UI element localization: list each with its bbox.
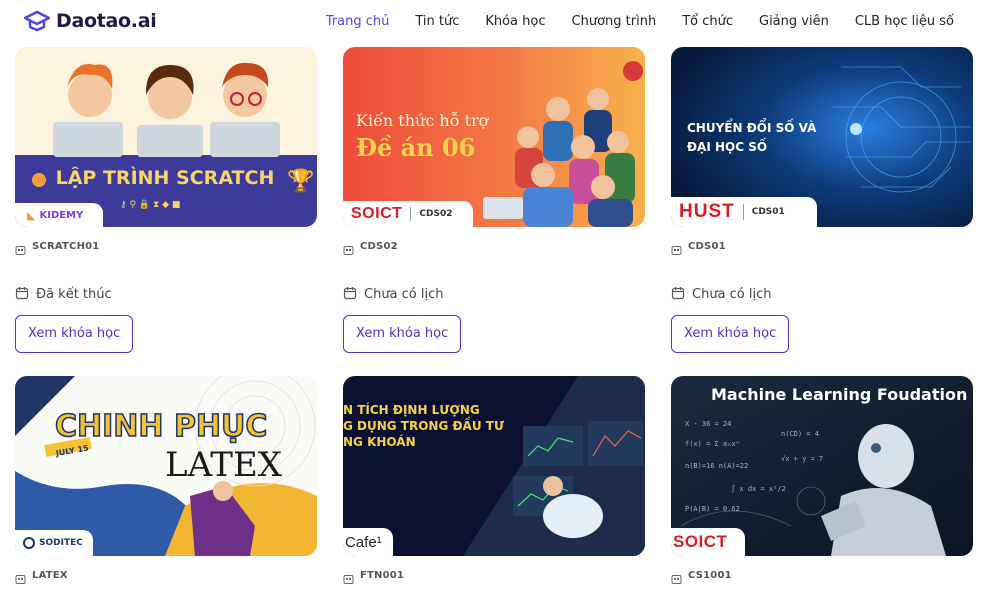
course-card: LẬP TRÌNH SCRATCH 🏆 ⚷ ⚲ 🔒 ⧗ ◆ ■ ◣ KIDEMY… <box>15 47 317 353</box>
course-thumbnail[interactable]: Kiến thức hỗ trợ Đề án 06 SOICT CDS02 <box>343 47 645 227</box>
course-code-icon <box>15 570 26 584</box>
svg-text:🏆: 🏆 <box>287 168 314 194</box>
svg-text:P(A|B) = 0.62: P(A|B) = 0.62 <box>685 505 740 513</box>
course-status: Chưa có lịch <box>364 287 444 302</box>
course-code: FTN001 <box>360 569 405 581</box>
svg-text:X - 36 = 24: X - 36 = 24 <box>685 420 731 428</box>
course-code: SCRATCH01 <box>32 240 100 252</box>
partner-badge: SOICT <box>671 528 745 556</box>
course-code-icon <box>671 570 682 584</box>
partner-badge: HUST CDS01 <box>671 197 817 227</box>
thumbnail-title: Machine Learning Foudation <box>711 385 967 404</box>
partner-badge: SODITEC <box>15 530 93 556</box>
course-thumbnail[interactable]: CHINH PHỤC LATEX JULY 15 SODITEC <box>15 376 317 556</box>
brand-name: Daotao.ai <box>56 10 157 32</box>
partner-badge: SOICT CDS02 <box>343 201 473 227</box>
view-course-button[interactable]: Xem khóa học <box>671 315 790 353</box>
nav-programs[interactable]: Chương trình <box>572 14 657 29</box>
thumbnail-line-1: N TÍCH ĐỊNH LƯỢNG <box>343 402 480 417</box>
calendar-icon <box>671 285 685 304</box>
thumbnail-line-2: ĐẠI HỌC SỐ <box>687 137 767 154</box>
course-code: CDS02 <box>360 240 398 252</box>
nav-instructors[interactable]: Giảng viên <box>759 14 829 29</box>
course-card: CHINH PHỤC LATEX JULY 15 SODITEC LATEX <box>15 376 317 584</box>
course-thumbnail[interactable]: LẬP TRÌNH SCRATCH 🏆 ⚷ ⚲ 🔒 ⧗ ◆ ■ ◣ KIDEMY <box>15 47 317 227</box>
course-status: Đã kết thúc <box>36 287 112 302</box>
site-header: Daotao.ai Trang chủ Tin tức Khóa học Chư… <box>0 0 998 44</box>
nav-courses[interactable]: Khóa học <box>485 14 545 29</box>
globe-icon <box>23 537 35 549</box>
svg-text:n(CD) = 4: n(CD) = 4 <box>781 430 819 438</box>
svg-text:∫ x dx = x²/2: ∫ x dx = x²/2 <box>731 484 786 493</box>
thumbnail-line-1: Kiến thức hỗ trợ <box>356 111 490 130</box>
bird-icon: ◣ <box>27 208 36 222</box>
course-card: N TÍCH ĐỊNH LƯỢNG G DỤNG TRONG ĐẦU TƯ NG… <box>343 376 645 584</box>
partner-badge: Cafe¹ <box>343 528 393 556</box>
course-thumbnail[interactable]: CHUYỂN ĐỔI SỐ VÀ ĐẠI HỌC SỐ HUST CDS01 <box>671 47 973 227</box>
thumbnail-line-1: CHUYỂN ĐỔI SỐ VÀ <box>687 118 817 135</box>
thumbnail-line-2: G DỤNG TRONG ĐẦU TƯ <box>343 416 504 433</box>
nav-home[interactable]: Trang chủ <box>326 14 390 29</box>
graduation-cap-icon <box>24 9 50 33</box>
view-course-button[interactable]: Xem khóa học <box>343 315 462 353</box>
course-status: Chưa có lịch <box>692 287 772 302</box>
course-code-icon <box>671 241 682 255</box>
svg-text:f(x) = Σ aₙxⁿ: f(x) = Σ aₙxⁿ <box>685 440 740 448</box>
svg-text:n(B)=16 n(A)=22: n(B)=16 n(A)=22 <box>685 462 748 470</box>
thumbnail-line-3: NG KHOÁN <box>343 434 416 449</box>
course-code: CDS01 <box>688 240 726 252</box>
course-thumbnail[interactable]: X - 36 = 24 f(x) = Σ aₙxⁿ n(B)=16 n(A)=2… <box>671 376 973 556</box>
main-nav: Trang chủ Tin tức Khóa học Chương trình … <box>326 14 954 29</box>
course-card: X - 36 = 24 f(x) = Σ aₙxⁿ n(B)=16 n(A)=2… <box>671 376 973 584</box>
course-code-icon <box>343 570 354 584</box>
svg-text:√x + y = 7: √x + y = 7 <box>781 455 823 463</box>
course-code: CS1001 <box>688 569 732 581</box>
svg-text:⚷ ⚲ 🔒 ⧗ ◆ ■: ⚷ ⚲ 🔒 ⧗ ◆ ■ <box>120 199 180 210</box>
partner-badge: ◣ KIDEMY <box>15 203 103 227</box>
view-course-button[interactable]: Xem khóa học <box>15 315 134 353</box>
course-code-icon <box>343 241 354 255</box>
thumbnail-line-2: LATEX <box>165 445 283 485</box>
course-card: CHUYỂN ĐỔI SỐ VÀ ĐẠI HỌC SỐ HUST CDS01 C… <box>671 47 973 353</box>
course-code-icon <box>15 241 26 255</box>
nav-news[interactable]: Tin tức <box>415 14 459 29</box>
thumbnail-title: LẬP TRÌNH SCRATCH <box>56 165 275 189</box>
thumbnail-line-2: Đề án 06 <box>356 133 475 162</box>
course-thumbnail[interactable]: N TÍCH ĐỊNH LƯỢNG G DỤNG TRONG ĐẦU TƯ NG… <box>343 376 645 556</box>
brand-logo[interactable]: Daotao.ai <box>24 9 157 33</box>
nav-digital-learning-club[interactable]: CLB học liệu số <box>855 14 954 29</box>
calendar-icon <box>343 285 357 304</box>
calendar-icon <box>15 285 29 304</box>
course-code: LATEX <box>32 569 68 581</box>
course-card: Kiến thức hỗ trợ Đề án 06 SOICT CDS02 CD… <box>343 47 645 353</box>
nav-organizations[interactable]: Tổ chức <box>682 14 733 29</box>
